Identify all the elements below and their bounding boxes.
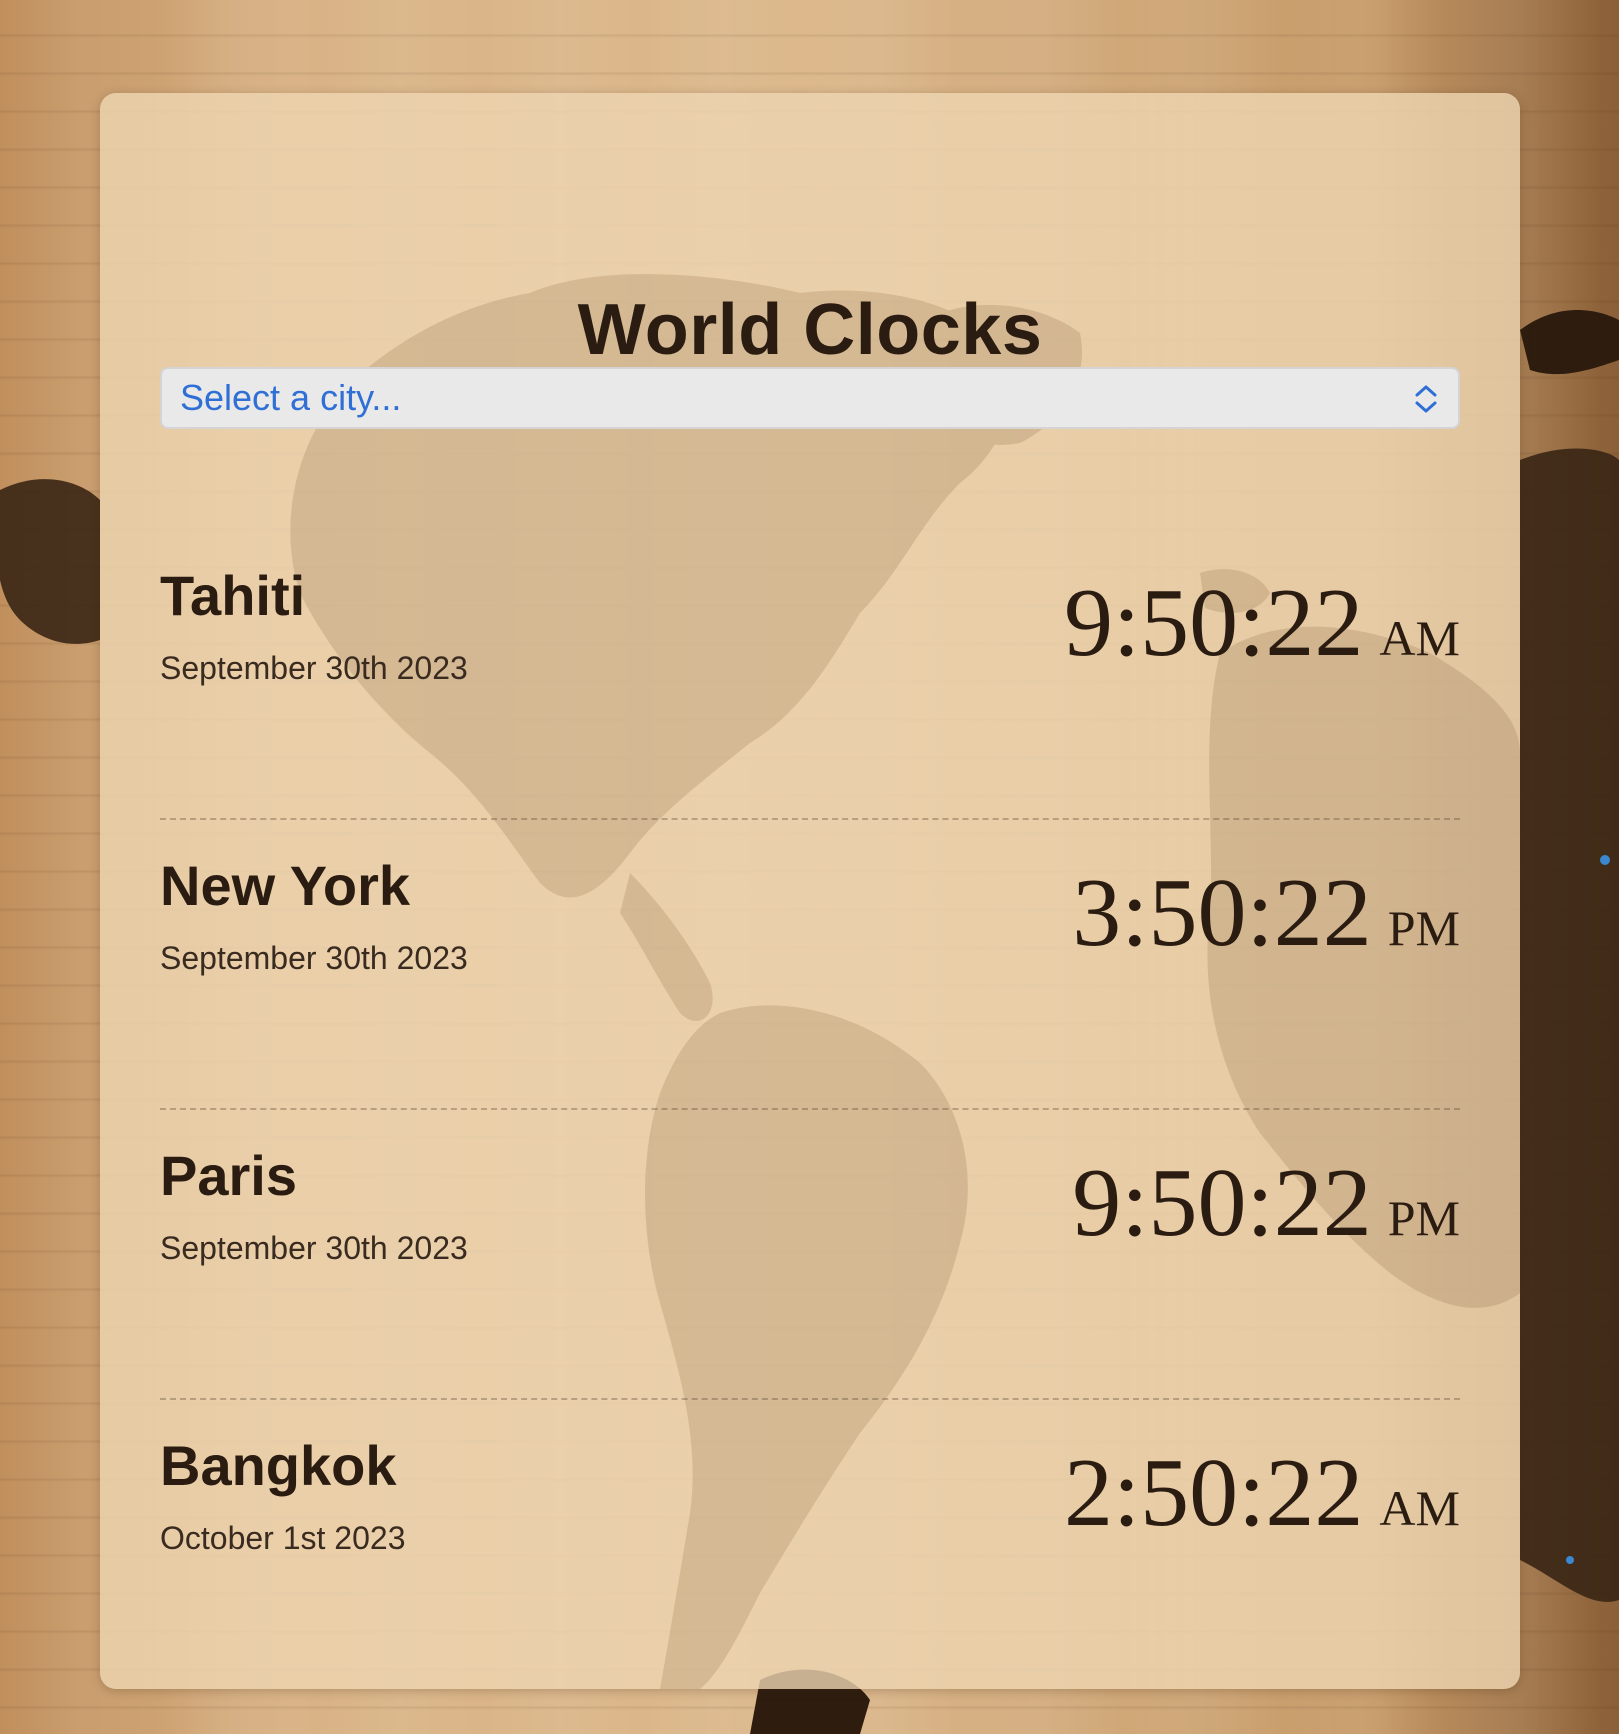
city-time: 9:50:22 PM (1072, 1143, 1460, 1263)
clock-row-new-york: New York September 30th 2023 3:50:22 PM (160, 818, 1460, 1110)
time-value: 2:50:22 (1063, 1439, 1364, 1547)
city-name: New York (160, 854, 411, 917)
clock-row-tahiti: Tahiti September 30th 2023 9:50:22 AM (160, 528, 1460, 820)
city-name: Tahiti (160, 564, 306, 627)
page-title: World Clocks (577, 290, 1043, 370)
city-date: October 1st 2023 (160, 1520, 406, 1556)
time-ampm: AM (1379, 1480, 1460, 1536)
chevron-up-down-icon (1415, 385, 1437, 413)
city-date: September 30th 2023 (160, 940, 468, 976)
city-date: September 30th 2023 (160, 650, 468, 686)
time-ampm: PM (1387, 1190, 1460, 1246)
time-value: 9:50:22 (1063, 569, 1364, 677)
city-select-placeholder: Select a city... (180, 377, 402, 418)
time-ampm: PM (1387, 900, 1460, 956)
world-clocks-card: World Clocks Select a city... Tahiti Sep… (100, 93, 1520, 1689)
time-value: 3:50:22 (1072, 859, 1372, 967)
city-select[interactable]: Select a city... (160, 367, 1460, 429)
city-time: 9:50:22 AM (1064, 563, 1460, 683)
city-name: Bangkok (160, 1434, 397, 1497)
city-time: 2:50:22 AM (1064, 1433, 1460, 1553)
city-name: Paris (160, 1144, 297, 1207)
time-ampm: AM (1379, 610, 1460, 666)
clock-row-paris: Paris September 30th 2023 9:50:22 PM (160, 1108, 1460, 1400)
clock-row-bangkok: Bangkok October 1st 2023 2:50:22 AM (160, 1398, 1460, 1688)
city-date: September 30th 2023 (160, 1230, 468, 1266)
city-time: 3:50:22 PM (1072, 853, 1460, 973)
time-value: 9:50:22 (1072, 1149, 1372, 1257)
